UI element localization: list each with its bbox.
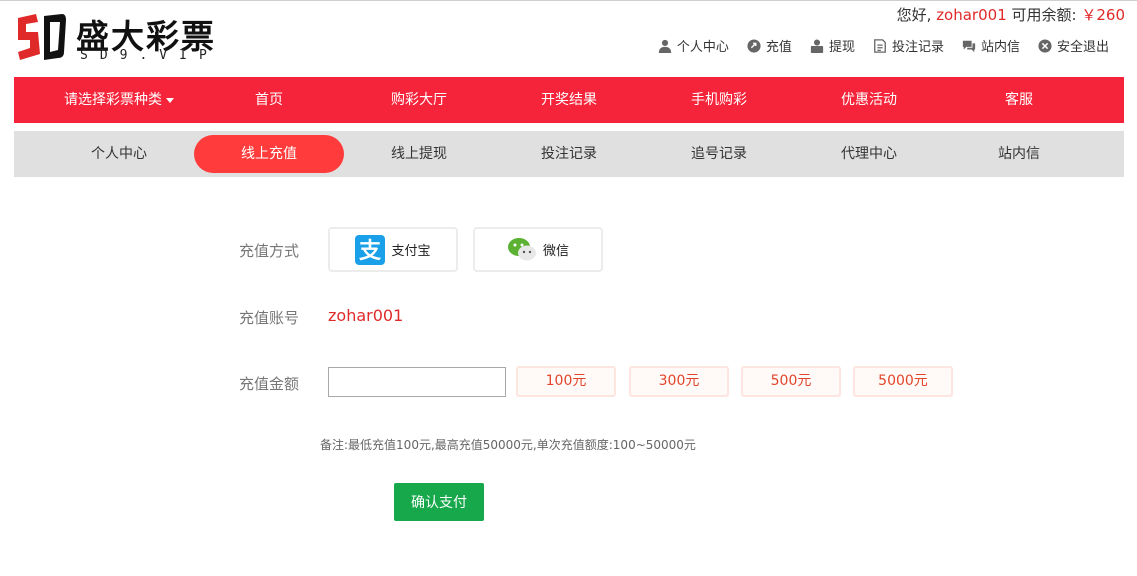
wechat-icon — [507, 237, 536, 260]
recharge-icon — [747, 38, 761, 53]
alipay-icon: 支 — [355, 234, 386, 265]
greeting-bar: 您好, zohar001 可用余额: ￥260 — [897, 4, 1125, 25]
amount-label: 充值金额 — [239, 375, 300, 393]
withdraw-icon — [810, 38, 824, 53]
user-link-messages[interactable]: 站内信 — [962, 36, 1020, 55]
user-link-label: 安全退出 — [1056, 40, 1109, 55]
user-link-profile[interactable]: 个人中心 — [658, 36, 729, 55]
nav-promotions[interactable]: 优惠活动 — [819, 77, 919, 123]
tab-chase-records[interactable]: 追号记录 — [669, 135, 769, 173]
user-link-label: 充值 — [765, 40, 792, 55]
nav-label: 请选择彩票种类 — [64, 92, 162, 108]
top-border — [0, 0, 1137, 1]
tab-online-withdraw[interactable]: 线上提现 — [369, 135, 469, 173]
amount-input[interactable] — [328, 367, 506, 397]
user-links: 个人中心 充值 提现 投注记录 站内信 安全退出 — [640, 36, 1109, 55]
user-icon — [658, 39, 672, 53]
wechat-button[interactable]: 微信 — [473, 227, 603, 272]
method-label: 充值方式 — [239, 242, 300, 260]
tab-profile[interactable]: 个人中心 — [69, 135, 169, 173]
svg-text:支: 支 — [359, 239, 382, 264]
record-icon — [874, 38, 886, 53]
confirm-pay-button[interactable]: 确认支付 — [394, 483, 484, 521]
logo-subtitle: SD9.VIP — [80, 48, 219, 63]
amount-option-5000[interactable]: 5000元 — [853, 366, 953, 397]
alipay-label: 支付宝 — [391, 244, 431, 259]
logo-mark-icon — [18, 14, 66, 60]
greeting-prefix: 您好, — [896, 6, 932, 24]
logout-icon — [1038, 38, 1052, 53]
amount-option-100[interactable]: 100元 — [516, 366, 616, 397]
nav-lottery-hall[interactable]: 购彩大厅 — [369, 77, 469, 123]
nav-home[interactable]: 首页 — [219, 77, 319, 123]
user-link-withdraw[interactable]: 提现 — [810, 36, 855, 55]
sub-nav: 个人中心 线上充值 线上提现 投注记录 追号记录 代理中心 站内信 — [14, 131, 1124, 177]
message-icon — [962, 40, 976, 52]
nav-customer-service[interactable]: 客服 — [969, 77, 1069, 123]
nav-mobile[interactable]: 手机购彩 — [669, 77, 769, 123]
user-link-logout[interactable]: 安全退出 — [1038, 36, 1109, 55]
main-nav: 请选择彩票种类 首页 购彩大厅 开奖结果 手机购彩 优惠活动 客服 — [14, 77, 1124, 123]
amount-option-500[interactable]: 500元 — [741, 366, 841, 397]
tab-online-recharge[interactable]: 线上充值 — [194, 135, 344, 173]
balance-value: ￥260 — [1081, 6, 1125, 24]
nav-draw-results[interactable]: 开奖结果 — [519, 77, 619, 123]
user-link-label: 个人中心 — [676, 40, 729, 55]
site-logo[interactable]: 盛大彩票 SD9.VIP — [14, 8, 244, 68]
nav-lottery-select[interactable]: 请选择彩票种类 — [54, 77, 184, 123]
caret-down-icon — [166, 97, 174, 103]
amount-option-300[interactable]: 300元 — [629, 366, 729, 397]
tab-agent-center[interactable]: 代理中心 — [819, 135, 919, 173]
account-value: zohar001 — [328, 306, 404, 325]
wechat-label: 微信 — [542, 244, 569, 259]
tab-messages[interactable]: 站内信 — [969, 135, 1069, 173]
user-link-bet-record[interactable]: 投注记录 — [873, 36, 944, 55]
recharge-note: 备注:最低充值100元,最高充值50000元,单次充值额度:100~50000元 — [320, 438, 696, 452]
alipay-button[interactable]: 支 支付宝 — [328, 227, 458, 272]
balance-label: 可用余额: — [1011, 6, 1077, 24]
account-label: 充值账号 — [239, 309, 300, 327]
user-link-label: 站内信 — [980, 40, 1020, 55]
tab-bet-records[interactable]: 投注记录 — [519, 135, 619, 173]
user-link-label: 提现 — [828, 40, 855, 55]
user-link-recharge[interactable]: 充值 — [747, 36, 792, 55]
user-link-label: 投注记录 — [891, 40, 944, 55]
username: zohar001 — [936, 6, 1007, 24]
